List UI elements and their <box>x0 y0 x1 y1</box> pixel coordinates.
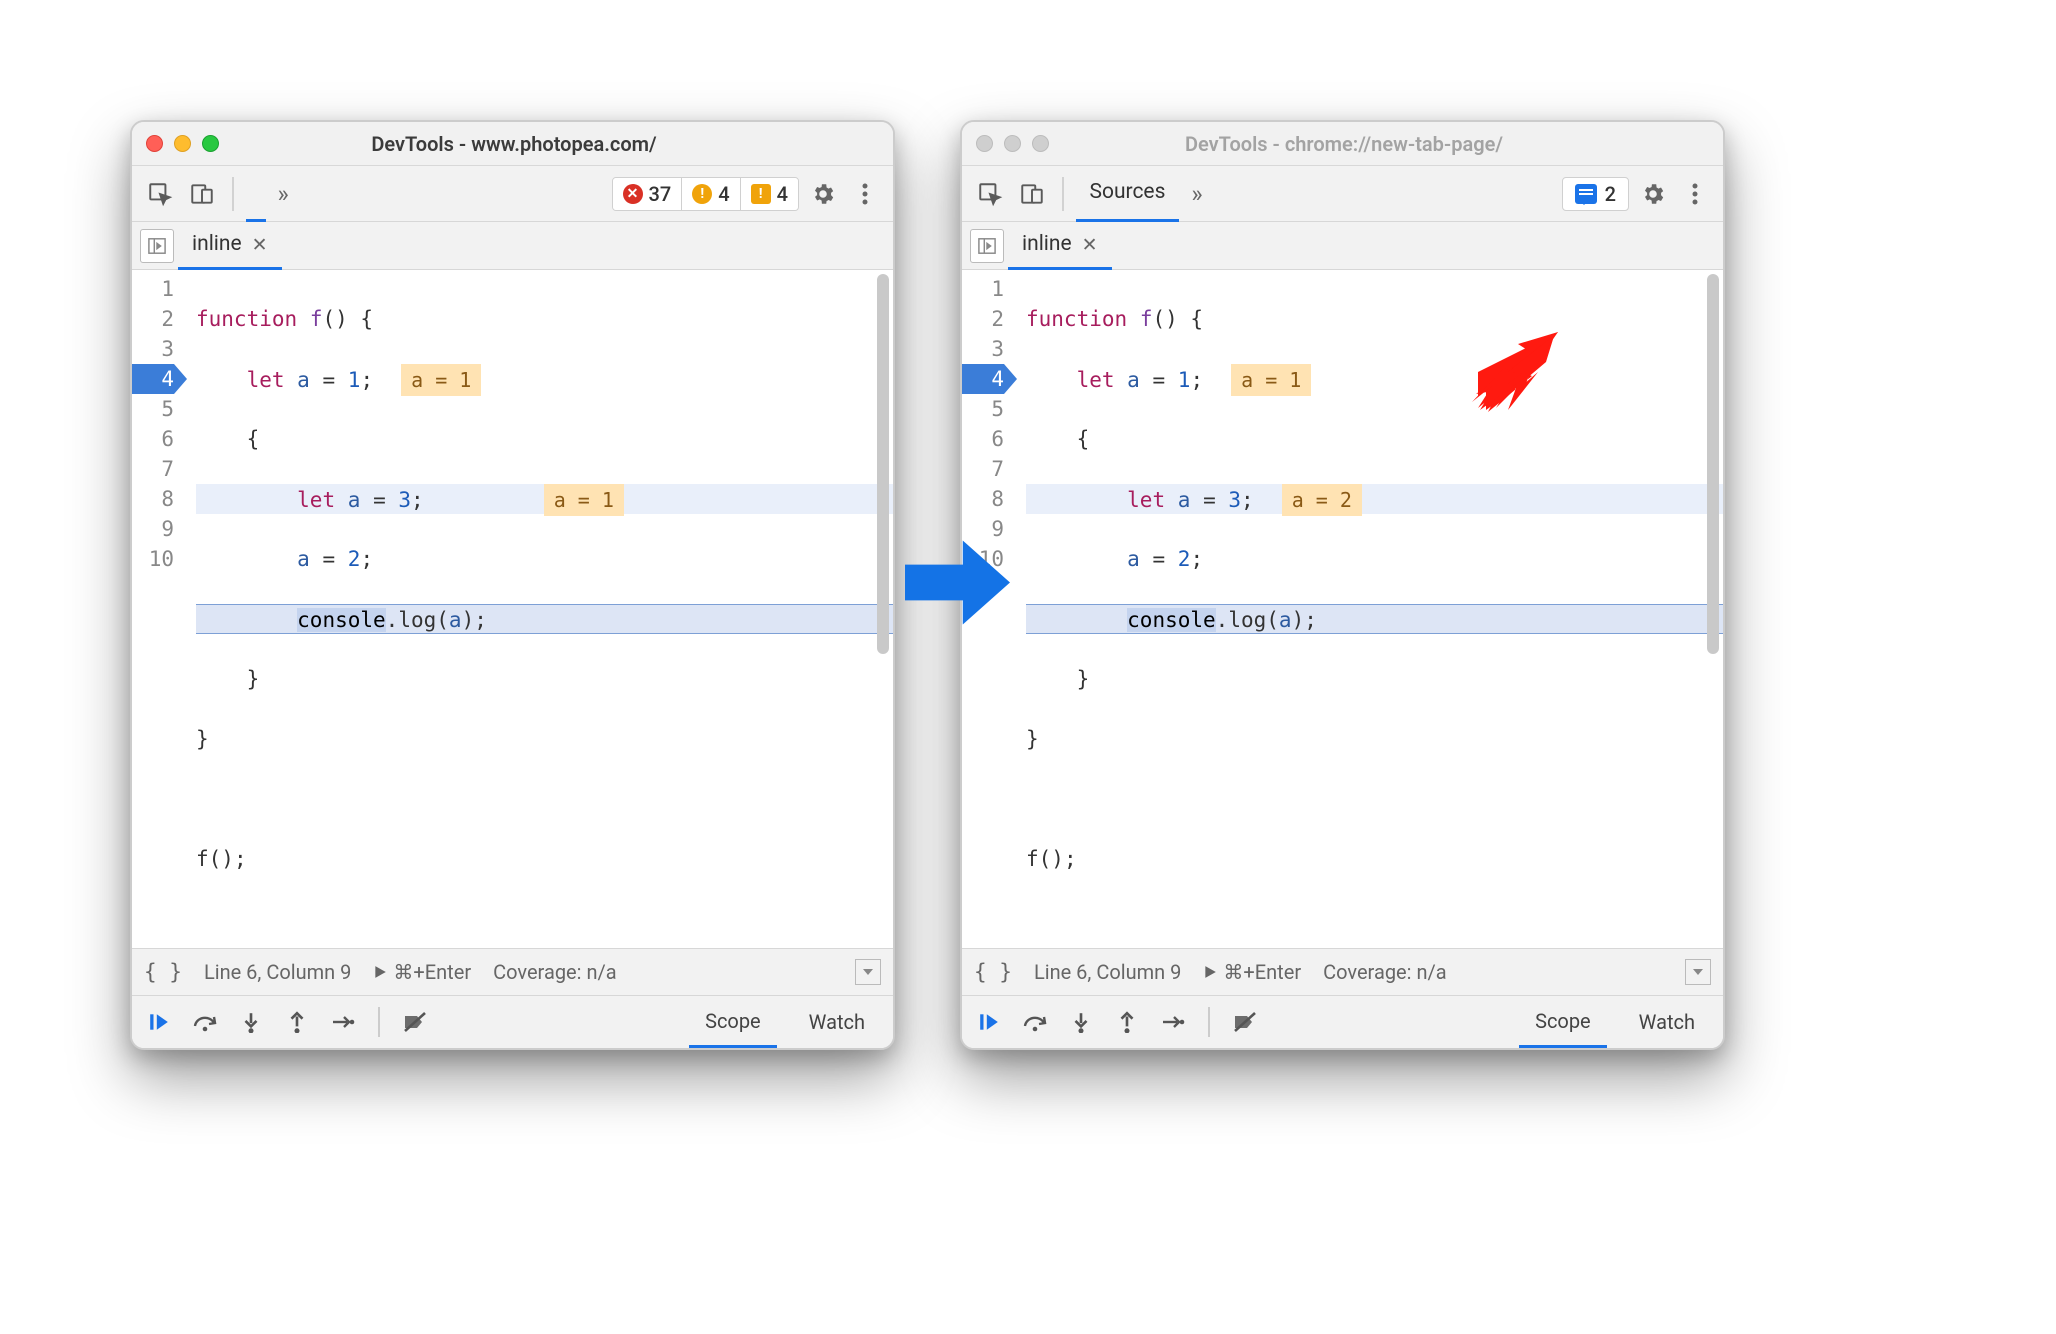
minimize-window-button[interactable] <box>1004 135 1021 152</box>
navigator-toggle-icon[interactable] <box>140 229 174 263</box>
code-content[interactable]: function f() { let a = 1;a = 1 { let a =… <box>182 270 893 948</box>
mac-window-controls <box>146 135 219 152</box>
navigator-toggle-icon[interactable] <box>970 229 1004 263</box>
warnings-badge[interactable]: !4 <box>681 178 739 210</box>
status-dropdown-icon[interactable] <box>855 959 881 985</box>
main-toolbar: » ✕37 !4 !4 <box>132 166 893 222</box>
line-number-gutter[interactable]: 1 2 3 4 5 6 7 8 9 10 <box>132 270 182 948</box>
debugger-toolbar: Scope Watch <box>962 996 1723 1048</box>
watch-tab[interactable]: Watch <box>1623 996 1711 1048</box>
file-tab-label: inline <box>192 232 242 256</box>
scrollbar[interactable] <box>877 274 889 654</box>
execution-line-marker[interactable]: 4 <box>962 364 1004 394</box>
source-editor[interactable]: 1 2 3 4 5 6 7 8 9 10 function f() { let … <box>132 270 893 948</box>
status-dropdown-icon[interactable] <box>1685 959 1711 985</box>
sources-panel-tab[interactable]: Sources <box>1076 166 1180 222</box>
coverage-status[interactable]: Coverage: n/a <box>1323 960 1447 984</box>
editor-status-bar: { } Line 6, Column 9 ⌘+Enter Coverage: n… <box>962 948 1723 996</box>
errors-badge[interactable]: ✕37 <box>613 178 682 210</box>
step-over-icon[interactable] <box>1020 1007 1050 1037</box>
run-snippet-hint[interactable]: ⌘+Enter <box>1203 960 1301 984</box>
annotation-arrow-icon <box>1468 332 1558 412</box>
cursor-position: Line 6, Column 9 <box>204 960 351 984</box>
mac-window-controls <box>976 135 1049 152</box>
issues-badge[interactable]: !4 <box>740 178 798 210</box>
devtools-window-left: DevTools - www.photopea.com/ » ✕37 !4 !4 <box>130 120 895 1050</box>
resume-icon[interactable] <box>974 1007 1004 1037</box>
settings-icon[interactable] <box>1635 176 1671 212</box>
warnings-count: 4 <box>718 182 729 206</box>
main-toolbar: Sources » 2 <box>962 166 1723 222</box>
maximize-window-button[interactable] <box>1032 135 1049 152</box>
more-menu-icon[interactable] <box>1677 176 1713 212</box>
execution-line-marker[interactable]: 4 <box>132 364 174 394</box>
file-tab-inline[interactable]: inline ✕ <box>1008 222 1112 270</box>
step-into-icon[interactable] <box>236 1007 266 1037</box>
cursor-position: Line 6, Column 9 <box>1034 960 1181 984</box>
step-out-icon[interactable] <box>1112 1007 1142 1037</box>
messages-count: 2 <box>1605 182 1616 206</box>
titlebar: DevTools - www.photopea.com/ <box>132 122 893 166</box>
window-title: DevTools - chrome://new-tab-page/ <box>1075 132 1613 156</box>
inline-value-badge: a = 1 <box>544 484 624 516</box>
pretty-print-icon[interactable]: { } <box>974 960 1012 984</box>
debugger-toolbar: Scope Watch <box>132 996 893 1048</box>
deactivate-breakpoints-icon[interactable] <box>1230 1007 1260 1037</box>
editor-tabstrip: inline ✕ <box>962 222 1723 270</box>
close-window-button[interactable] <box>146 135 163 152</box>
coverage-status[interactable]: Coverage: n/a <box>493 960 617 984</box>
resume-icon[interactable] <box>144 1007 174 1037</box>
window-title: DevTools - www.photopea.com/ <box>245 132 783 156</box>
scrollbar[interactable] <box>1707 274 1719 654</box>
pretty-print-icon[interactable]: { } <box>144 960 182 984</box>
maximize-window-button[interactable] <box>202 135 219 152</box>
watch-tab[interactable]: Watch <box>793 996 881 1048</box>
inline-value-badge: a = 1 <box>1231 364 1311 396</box>
code-content[interactable]: function f() { let a = 1;a = 1 { let a =… <box>1012 270 1723 948</box>
run-snippet-hint[interactable]: ⌘+Enter <box>373 960 471 984</box>
step-out-icon[interactable] <box>282 1007 312 1037</box>
file-tab-inline[interactable]: inline ✕ <box>178 222 282 270</box>
more-tabs-icon[interactable]: » <box>272 180 295 208</box>
device-toolbar-icon[interactable] <box>184 176 220 212</box>
inspect-element-icon[interactable] <box>142 176 178 212</box>
file-tab-label: inline <box>1022 232 1072 256</box>
transition-arrow-icon <box>905 535 1010 630</box>
more-menu-icon[interactable] <box>847 176 883 212</box>
close-tab-icon[interactable]: ✕ <box>1082 233 1098 256</box>
source-editor[interactable]: 1 2 3 4 5 6 7 8 9 10 function f() { let … <box>962 270 1723 948</box>
editor-status-bar: { } Line 6, Column 9 ⌘+Enter Coverage: n… <box>132 948 893 996</box>
editor-tabstrip: inline ✕ <box>132 222 893 270</box>
titlebar: DevTools - chrome://new-tab-page/ <box>962 122 1723 166</box>
inline-value-badge: a = 1 <box>401 364 481 396</box>
console-issues-badges[interactable]: ✕37 !4 !4 <box>612 177 799 211</box>
inline-value-badge: a = 2 <box>1282 484 1362 516</box>
inspect-element-icon[interactable] <box>972 176 1008 212</box>
step-over-icon[interactable] <box>190 1007 220 1037</box>
minimize-window-button[interactable] <box>174 135 191 152</box>
devtools-window-right: DevTools - chrome://new-tab-page/ Source… <box>960 120 1725 1050</box>
step-into-icon[interactable] <box>1066 1007 1096 1037</box>
scope-tab[interactable]: Scope <box>689 996 777 1048</box>
close-tab-icon[interactable]: ✕ <box>252 233 268 256</box>
step-icon[interactable] <box>328 1007 358 1037</box>
messages-badge[interactable]: 2 <box>1562 177 1629 211</box>
settings-icon[interactable] <box>805 176 841 212</box>
deactivate-breakpoints-icon[interactable] <box>400 1007 430 1037</box>
message-icon <box>1575 184 1597 204</box>
more-tabs-icon[interactable]: » <box>1185 180 1208 208</box>
active-panel-indicator <box>246 166 266 222</box>
device-toolbar-icon[interactable] <box>1014 176 1050 212</box>
issues-count: 4 <box>777 182 788 206</box>
errors-count: 37 <box>649 182 672 206</box>
step-icon[interactable] <box>1158 1007 1188 1037</box>
close-window-button[interactable] <box>976 135 993 152</box>
scope-tab[interactable]: Scope <box>1519 996 1607 1048</box>
